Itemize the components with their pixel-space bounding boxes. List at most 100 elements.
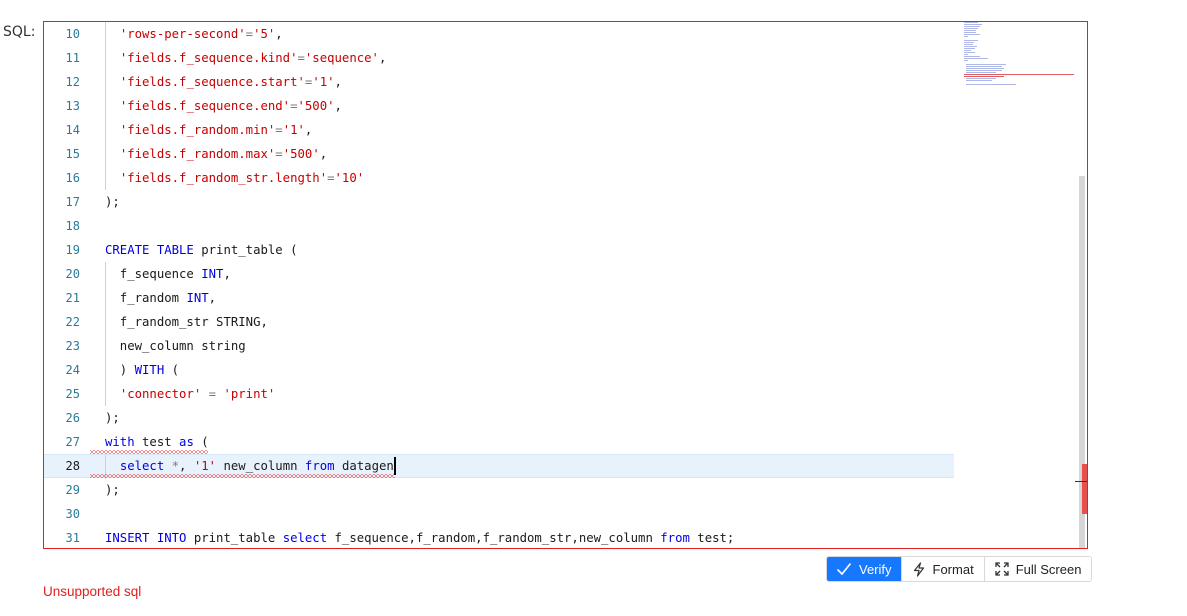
- line-number: 16: [65, 171, 80, 185]
- editor-line-active[interactable]: 28 select *, '1' new_column from datagen: [44, 454, 954, 479]
- editor-line[interactable]: 24 ) WITH (: [44, 358, 954, 382]
- code-token: 'connector': [119, 387, 202, 401]
- code-token: select: [282, 531, 328, 545]
- minimap-error-line: [964, 76, 1004, 77]
- minimap-line: [964, 48, 975, 49]
- code-token: INT: [186, 291, 209, 305]
- code-token: new_column string: [105, 339, 246, 353]
- editor-line[interactable]: 16 'fields.f_random_str.length'='10': [44, 166, 954, 190]
- code-token: );: [105, 195, 120, 209]
- editor-line[interactable]: 18: [44, 214, 954, 238]
- editor-line[interactable]: 23 new_column string: [44, 334, 954, 358]
- verify-label: Verify: [859, 561, 892, 577]
- editor-line[interactable]: 21 f_random INT,: [44, 286, 954, 310]
- code-token: print_table: [186, 531, 283, 545]
- minimap-line: [964, 26, 980, 27]
- code-token: f_sequence,f_random,f_random_str,new_col…: [327, 531, 661, 545]
- code-text: );: [105, 478, 120, 502]
- code-text: 'fields.f_random.max'='500',: [105, 142, 327, 166]
- minimap-line: [964, 50, 971, 51]
- line-number: 10: [65, 27, 80, 41]
- minimap-line: [964, 32, 976, 33]
- format-button[interactable]: Format: [900, 557, 984, 581]
- code-token: =: [297, 51, 305, 65]
- line-number: 26: [65, 411, 80, 425]
- minimap-line: [964, 24, 982, 25]
- code-token: 'fields.f_random_str.length': [119, 171, 328, 185]
- line-number: 24: [65, 363, 80, 377]
- editor-line[interactable]: 11 'fields.f_sequence.kind'='sequence',: [44, 46, 954, 70]
- code-token: test: [134, 435, 180, 449]
- text-cursor: [393, 457, 396, 475]
- minimap-line: [964, 58, 988, 59]
- editor-line[interactable]: 13 'fields.f_sequence.end'='500',: [44, 94, 954, 118]
- line-number: 20: [65, 267, 80, 281]
- code-token: f_sequence: [105, 267, 202, 281]
- editor-line[interactable]: 31 INSERT INTO print_table select f_seque…: [44, 526, 954, 548]
- line-number: 22: [65, 315, 80, 329]
- code-token: from: [304, 459, 335, 473]
- code-token: INT: [201, 267, 224, 281]
- editor-line[interactable]: 17);: [44, 190, 954, 214]
- editor-line[interactable]: 20 f_sequence INT,: [44, 262, 954, 286]
- code-text: 'fields.f_random.min'='1',: [105, 118, 313, 142]
- code-token: from: [660, 531, 690, 545]
- editor-line[interactable]: 29);: [44, 478, 954, 502]
- sql-editor[interactable]: 10 'rows-per-second'='5', 11 'fields.f_se…: [43, 21, 1088, 549]
- line-number: 30: [65, 507, 80, 521]
- code-token: =: [327, 171, 335, 185]
- editor-line[interactable]: 19 CREATE TABLE print_table (: [44, 238, 954, 262]
- code-token: 'fields.f_random.min': [119, 123, 276, 137]
- code-text: INSERT INTO print_table select f_sequenc…: [105, 526, 735, 548]
- code-token: '500': [282, 147, 320, 161]
- code-token: 'fields.f_sequence.kind': [119, 51, 298, 65]
- code-token: '1': [312, 75, 335, 89]
- code-token: 'fields.f_random.max': [119, 147, 276, 161]
- code-token: '500': [297, 99, 335, 113]
- code-token: '1': [282, 123, 305, 137]
- code-token: f_random_str STRING,: [105, 315, 268, 329]
- editor-line[interactable]: 30: [44, 502, 954, 526]
- line-number: 13: [65, 99, 80, 113]
- code-token: select: [119, 459, 165, 473]
- minimap-line: [964, 28, 978, 29]
- line-number: 29: [65, 483, 80, 497]
- editor-line[interactable]: 15 'fields.f_random.max'='500',: [44, 142, 954, 166]
- minimap-line: [966, 70, 1002, 71]
- code-token: (: [193, 435, 209, 449]
- editor-line[interactable]: 22 f_random_str STRING,: [44, 310, 954, 334]
- code-token: as: [179, 435, 194, 449]
- code-token: '10': [334, 171, 365, 185]
- code-token: =: [275, 147, 283, 161]
- minimap-line: [964, 46, 977, 47]
- editor-line[interactable]: 14 'fields.f_random.min'='1',: [44, 118, 954, 142]
- code-token: 'print': [223, 387, 276, 401]
- code-token: '5': [253, 27, 276, 41]
- code-text: );: [105, 190, 120, 214]
- editor-minimap[interactable]: [962, 22, 1077, 85]
- minimap-error-line: [964, 74, 1074, 75]
- minimap-line: [964, 40, 978, 41]
- editor-line[interactable]: 12 'fields.f_sequence.start'='1',: [44, 70, 954, 94]
- minimap-line: [966, 64, 1006, 65]
- code-token: );: [105, 411, 120, 425]
- fullscreen-button[interactable]: Full Screen: [983, 557, 1092, 581]
- code-token: test;: [689, 531, 735, 545]
- editor-line[interactable]: 25 'connector' = 'print': [44, 382, 954, 406]
- editor-line[interactable]: 26);: [44, 406, 954, 430]
- code-text: f_sequence INT,: [105, 262, 231, 286]
- line-number: 17: [65, 195, 80, 209]
- line-number: 25: [65, 387, 80, 401]
- editor-line[interactable]: 10 'rows-per-second'='5',: [44, 22, 954, 46]
- verify-button[interactable]: Verify: [827, 557, 901, 581]
- editor-line[interactable]: 27 with test as (: [44, 430, 954, 454]
- minimap-line: [966, 80, 992, 81]
- code-text: 'fields.f_sequence.end'='500',: [105, 94, 342, 118]
- minimap-line: [964, 34, 980, 35]
